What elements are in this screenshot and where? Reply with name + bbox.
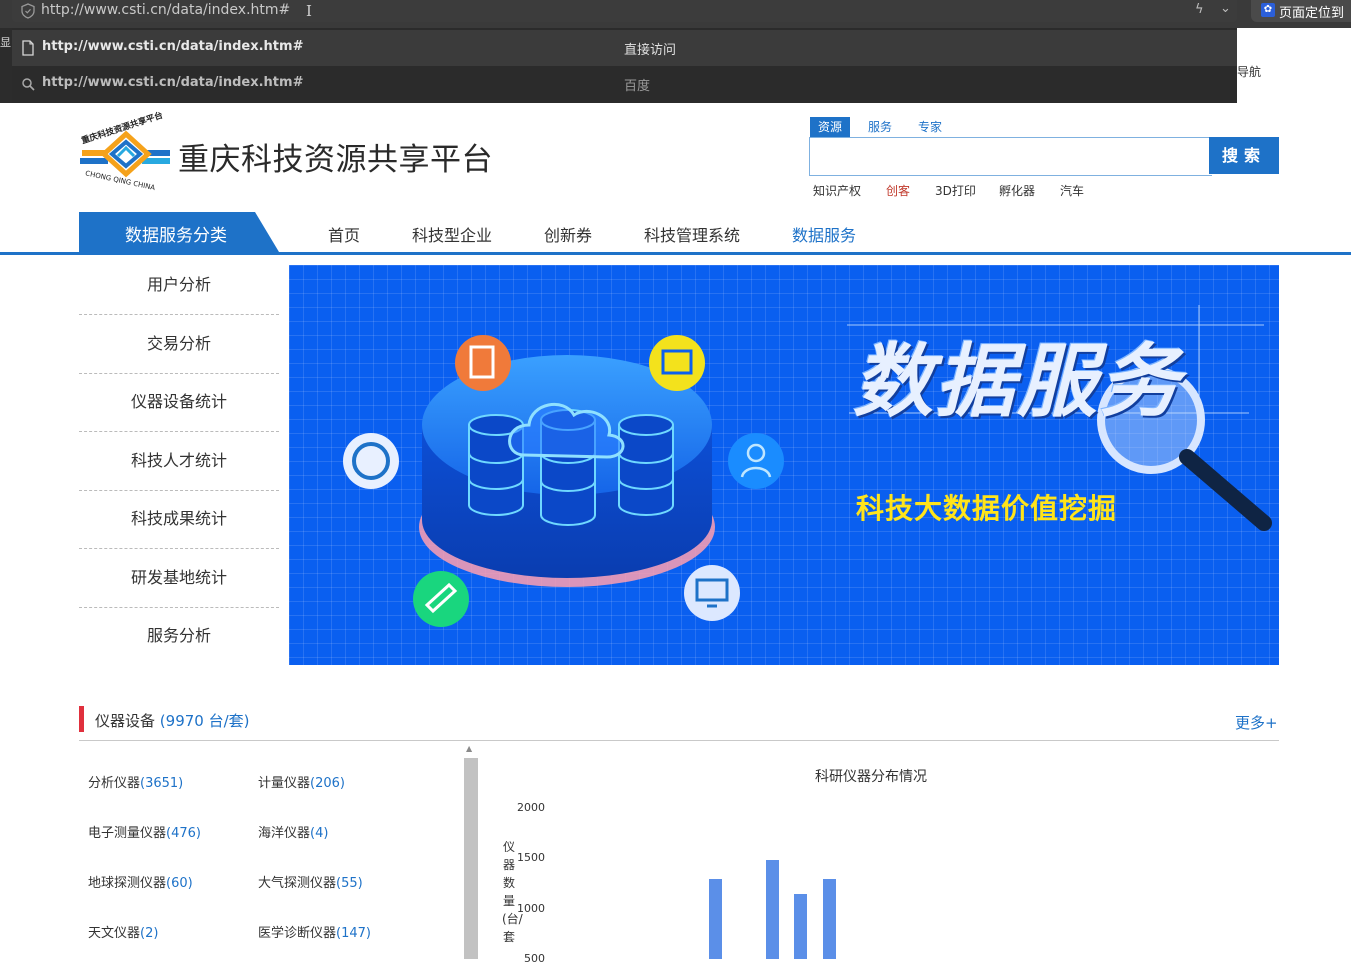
- site-title: 重庆科技资源共享平台: [178, 142, 493, 178]
- address-suggestions-dropdown: http://www.csti.cn/data/index.htm# 直接访问 …: [12, 28, 1237, 103]
- suggestion-action: 百度: [624, 79, 651, 94]
- suggestion-direct-visit[interactable]: http://www.csti.cn/data/index.htm# 直接访问: [12, 30, 1237, 66]
- sidebar-item-rd-base-stats[interactable]: 研发基地统计: [79, 549, 279, 608]
- category-count: (2): [140, 926, 159, 941]
- suggestion-baidu-search[interactable]: http://www.csti.cn/data/index.htm# 百度: [12, 66, 1237, 102]
- nav-item-home[interactable]: 首页: [328, 222, 360, 246]
- category-count: (60): [166, 876, 193, 891]
- data-service-banner[interactable]: 数据服务 科技大数据价值挖掘: [289, 265, 1279, 665]
- tab-services[interactable]: 服务: [860, 117, 900, 137]
- category-count: (476): [166, 826, 201, 841]
- scroll-up-arrow-icon[interactable]: ▲: [466, 744, 472, 753]
- more-link[interactable]: 更多+: [1235, 712, 1278, 733]
- category-count: (4): [310, 826, 329, 841]
- suggestion-url: http://www.csti.cn/data/index.htm#: [42, 75, 304, 90]
- section-title: 仪器设备 (9970 台/套): [95, 710, 250, 731]
- lightning-icon[interactable]: ϟ: [1195, 2, 1204, 17]
- search-input[interactable]: [809, 137, 1212, 176]
- category-name: 地球探测仪器: [88, 876, 167, 891]
- sidebar-item-user-analysis[interactable]: 用户分析: [79, 256, 279, 315]
- y-axis-label: 仪器数量(台/套: [502, 840, 523, 944]
- chart-bar[interactable]: [823, 878, 836, 959]
- category-name: 大气探测仪器: [258, 876, 337, 891]
- hot-tag-maker[interactable]: 创客: [886, 182, 910, 199]
- hot-tag-auto[interactable]: 汽车: [1060, 182, 1084, 199]
- category-name: 海洋仪器: [258, 826, 311, 841]
- sidebar-item-instrument-stats[interactable]: 仪器设备统计: [79, 373, 279, 432]
- sidebar-item-talent-stats[interactable]: 科技人才统计: [79, 432, 279, 491]
- tab-experts[interactable]: 专家: [910, 117, 950, 137]
- category-item[interactable]: 计量仪器(206): [258, 772, 345, 791]
- hot-tag-ip[interactable]: 知识产权: [813, 182, 861, 199]
- category-item[interactable]: 医学诊断仪器(147): [258, 922, 371, 941]
- scrollbar-thumb[interactable]: [464, 758, 478, 959]
- chart-title: 科研仪器分布情况: [815, 769, 927, 785]
- section-accent-bar: [79, 706, 84, 732]
- page-icon: [22, 40, 34, 56]
- category-name: 天文仪器: [88, 926, 141, 941]
- section-count: (9970 台/套): [159, 712, 250, 730]
- category-item[interactable]: 海洋仪器(4): [258, 822, 328, 841]
- data-service-category-tab[interactable]: 数据服务分类: [79, 212, 279, 252]
- chart-bar[interactable]: [709, 878, 722, 959]
- sidebar-item-service-analysis[interactable]: 服务分析: [79, 607, 279, 665]
- nav-item-tech-enterprise[interactable]: 科技型企业: [412, 222, 492, 246]
- suggestion-action: 直接访问: [624, 43, 677, 58]
- hot-tag-3d-print[interactable]: 3D打印: [935, 182, 976, 199]
- page-left-strip-text: 显: [0, 36, 11, 49]
- address-bar-url[interactable]: http://www.csti.cn/data/index.htm#: [41, 1, 290, 19]
- category-item[interactable]: 地球探测仪器(60): [88, 872, 193, 891]
- locate-page-button[interactable]: ✿ 页面定位到: [1251, 0, 1351, 22]
- category-item[interactable]: 天文仪器(2): [88, 922, 158, 941]
- category-name: 分析仪器: [88, 776, 141, 791]
- search-icon: [22, 78, 35, 91]
- chevron-down-icon[interactable]: ⌄: [1220, 1, 1231, 16]
- nav-divider: [0, 252, 1351, 255]
- category-name: 电子测量仪器: [88, 826, 167, 841]
- category-item[interactable]: 大气探测仪器(55): [258, 872, 363, 891]
- banner-subtitle: 科技大数据价值挖掘: [856, 492, 1118, 525]
- sidebar-item-achievement-stats[interactable]: 科技成果统计: [79, 490, 279, 549]
- category-name: 医学诊断仪器: [258, 926, 337, 941]
- category-count: (55): [336, 876, 363, 891]
- category-count: (147): [336, 926, 371, 941]
- text-cursor-icon: I: [306, 2, 312, 20]
- suggestion-url: http://www.csti.cn/data/index.htm#: [42, 39, 304, 54]
- sidebar-item-transaction-analysis[interactable]: 交易分析: [79, 315, 279, 374]
- tab-resources[interactable]: 资源: [810, 117, 850, 137]
- category-item[interactable]: 电子测量仪器(476): [88, 822, 201, 841]
- category-name: 计量仪器: [258, 776, 311, 791]
- paw-icon: ✿: [1261, 3, 1275, 17]
- site-logo[interactable]: 重庆科技资源共享平台 CHONG QING CHINA: [78, 110, 174, 194]
- chart-bar[interactable]: [766, 859, 779, 959]
- category-count: (3651): [140, 776, 184, 791]
- y-tick-label: 2000: [517, 801, 545, 814]
- section-divider: [79, 740, 1279, 741]
- address-bar[interactable]: http://www.csti.cn/data/index.htm# ϟ ⌄: [12, 0, 1237, 22]
- category-item[interactable]: 分析仪器(3651): [88, 772, 183, 791]
- chart-bar[interactable]: [794, 893, 807, 959]
- nav-item-data-service[interactable]: 数据服务: [792, 222, 856, 246]
- shield-icon: [21, 3, 35, 19]
- obscured-nav-text[interactable]: 导航: [1237, 63, 1261, 80]
- section-title-text: 仪器设备: [95, 712, 156, 730]
- nav-item-innovation-voucher[interactable]: 创新券: [544, 222, 592, 246]
- search-button[interactable]: 搜索: [1209, 137, 1279, 174]
- category-count: (206): [310, 776, 345, 791]
- category-label: 数据服务分类: [125, 226, 227, 246]
- logo-text-bottom: CHONG QING CHINA: [85, 169, 157, 192]
- hot-tag-incubator[interactable]: 孵化器: [999, 182, 1035, 199]
- banner-title: 数据服务: [853, 334, 1181, 428]
- logo-text-top: 重庆科技资源共享平台: [80, 110, 165, 146]
- locate-page-label: 页面定位到: [1279, 6, 1345, 21]
- nav-item-tech-management[interactable]: 科技管理系统: [644, 222, 740, 246]
